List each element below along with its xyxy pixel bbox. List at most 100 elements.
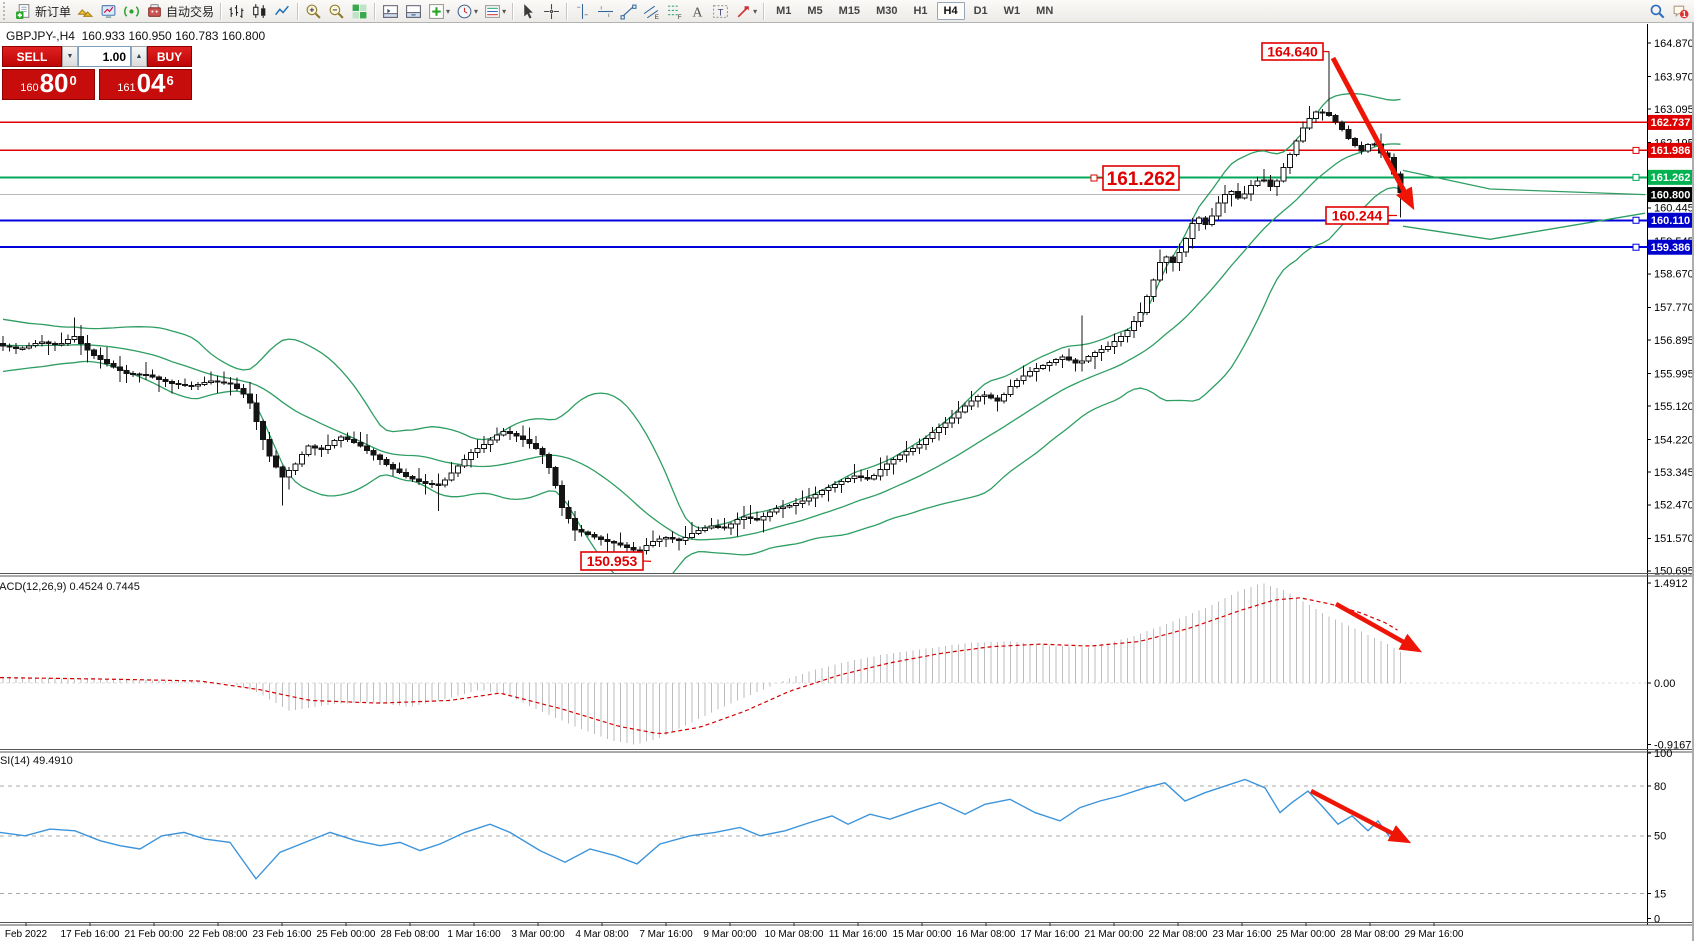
new-order-button[interactable]: 新订单: [12, 1, 74, 21]
templates-icon[interactable]: ▾: [481, 1, 509, 21]
line-chart-icon[interactable]: [271, 1, 294, 21]
buy-price-display[interactable]: 161046: [99, 69, 192, 100]
time-label: 7 Mar 16:00: [639, 929, 693, 940]
svg-text:163.095: 163.095: [1654, 104, 1694, 116]
timeframe-h1[interactable]: H1: [906, 2, 934, 20]
macd-label: MACD(12,26,9) 0.4524 0.7445: [0, 581, 140, 593]
timeframe-mn[interactable]: MN: [1029, 2, 1060, 20]
candle-chart-icon[interactable]: [248, 1, 271, 21]
bar-chart-icon[interactable]: [225, 1, 248, 21]
ohlc-low: 160.783: [175, 29, 218, 43]
svg-text:160.110: 160.110: [1651, 215, 1690, 227]
horizontal-line-icon[interactable]: [594, 1, 617, 21]
line-handle[interactable]: [1633, 244, 1639, 250]
chevron-down-icon[interactable]: ▾: [502, 7, 506, 16]
time-label: 16 Mar 08:00: [957, 929, 1016, 940]
chevron-down-icon[interactable]: ▾: [474, 7, 478, 16]
sell-price-prefix: 160: [20, 82, 38, 94]
sell-price-big: 80: [40, 71, 69, 96]
svg-text:A: A: [693, 4, 703, 19]
time-label: 28 Feb 08:00: [381, 929, 440, 940]
tile-windows-icon[interactable]: [348, 1, 371, 21]
time-label: 28 Mar 08:00: [1341, 929, 1400, 940]
volume-increase-button[interactable]: ▲: [131, 46, 147, 67]
ohlc-close: 160.800: [222, 29, 265, 43]
autotrade-label: 自动交易: [166, 3, 214, 20]
chevron-down-icon[interactable]: ▾: [446, 7, 450, 16]
alerts-icon[interactable]: 1: [1669, 1, 1692, 21]
arrows-icon[interactable]: ▾: [732, 1, 760, 21]
sell-price-display[interactable]: 160800: [2, 69, 95, 100]
indicator-window-icon[interactable]: [402, 1, 425, 21]
toolbar-grip: [3, 2, 8, 20]
data-window-icon[interactable]: [379, 1, 402, 21]
svg-text:1: 1: [1682, 9, 1687, 18]
profiles-icon[interactable]: [74, 1, 97, 21]
time-label: 9 Mar 00:00: [703, 929, 757, 940]
svg-text:161.262: 161.262: [1651, 172, 1691, 184]
toolbar-separator: [297, 3, 299, 20]
text-label-icon[interactable]: T: [709, 1, 732, 21]
timeframe-m30[interactable]: M30: [869, 2, 904, 20]
svg-text:1.4912: 1.4912: [1654, 578, 1688, 590]
zoom-in-icon[interactable]: [302, 1, 325, 21]
equidistant-channel-icon[interactable]: E: [640, 1, 663, 21]
timeframe-w1[interactable]: W1: [997, 2, 1028, 20]
svg-text:50: 50: [1654, 831, 1666, 843]
svg-text:156.895: 156.895: [1654, 335, 1694, 347]
periods-icon[interactable]: ▾: [453, 1, 481, 21]
timeframe-h4[interactable]: H4: [937, 2, 965, 20]
fibonacci-icon[interactable]: F: [663, 1, 686, 21]
symbol-period: GBPJPY-,H4: [6, 29, 75, 43]
volume-decrease-button[interactable]: ▼: [62, 46, 78, 67]
zoom-out-icon[interactable]: [325, 1, 348, 21]
svg-text:160.800: 160.800: [1651, 189, 1691, 201]
timeframe-m1[interactable]: M1: [769, 2, 798, 20]
toolbar-separator: [512, 3, 514, 20]
time-label: 3 Mar 00:00: [511, 929, 565, 940]
svg-text:153.345: 153.345: [1654, 467, 1694, 479]
buy-button[interactable]: BUY: [147, 46, 192, 67]
annotation-text: 160.244: [1332, 208, 1383, 224]
autotrade-button[interactable]: 自动交易: [143, 1, 217, 21]
timeframe-m15[interactable]: M15: [832, 2, 867, 20]
time-label: 1 Mar 16:00: [447, 929, 501, 940]
cursor-icon[interactable]: [517, 1, 540, 21]
time-label: 25 Feb 00:00: [317, 929, 376, 940]
line-handle[interactable]: [1633, 217, 1639, 223]
text-icon[interactable]: A: [686, 1, 709, 21]
signals-icon[interactable]: [120, 1, 143, 21]
svg-text:159.386: 159.386: [1651, 242, 1691, 254]
time-label: 22 Mar 08:00: [1149, 929, 1208, 940]
ohlc-high: 160.950: [128, 29, 171, 43]
vertical-line-icon[interactable]: [571, 1, 594, 21]
toolbar-separator: [566, 3, 568, 20]
svg-text:E: E: [655, 13, 659, 19]
line-handle[interactable]: [1633, 147, 1639, 153]
charts-icon[interactable]: [97, 1, 120, 21]
timeframe-d1[interactable]: D1: [967, 2, 995, 20]
add-indicator-icon[interactable]: ▾: [425, 1, 453, 21]
macd-main-value: 0.4524: [69, 581, 103, 593]
buy-price-sup: 6: [167, 73, 174, 88]
trendline-icon[interactable]: [617, 1, 640, 21]
time-label: 22 Feb 08:00: [189, 929, 248, 940]
sell-button[interactable]: SELL: [2, 46, 62, 67]
one-click-trading-panel: SELL ▼ 1.00 ▲ BUY 160800 161046: [2, 46, 192, 100]
search-icon[interactable]: [1646, 1, 1669, 21]
volume-input[interactable]: 1.00: [78, 46, 131, 67]
time-label: 4 Mar 08:00: [575, 929, 629, 940]
time-label: 10 Mar 08:00: [765, 929, 824, 940]
chart-area[interactable]: 164.640161.262160.244150.953164.870163.9…: [0, 0, 1694, 941]
line-handle[interactable]: [1633, 174, 1639, 180]
timeframe-group: M1M5M15M30H1H4D1W1MN: [768, 2, 1061, 20]
crosshair-icon[interactable]: [540, 1, 563, 21]
svg-text:161.986: 161.986: [1651, 145, 1691, 157]
svg-text:T: T: [718, 7, 724, 18]
chevron-down-icon[interactable]: ▾: [753, 7, 757, 16]
ohlc-open: 160.933: [82, 29, 125, 43]
svg-text:164.870: 164.870: [1654, 38, 1694, 50]
timeframe-m5[interactable]: M5: [800, 2, 829, 20]
new-order-label: 新订单: [35, 3, 71, 20]
rsi-value: 49.4910: [33, 755, 73, 767]
